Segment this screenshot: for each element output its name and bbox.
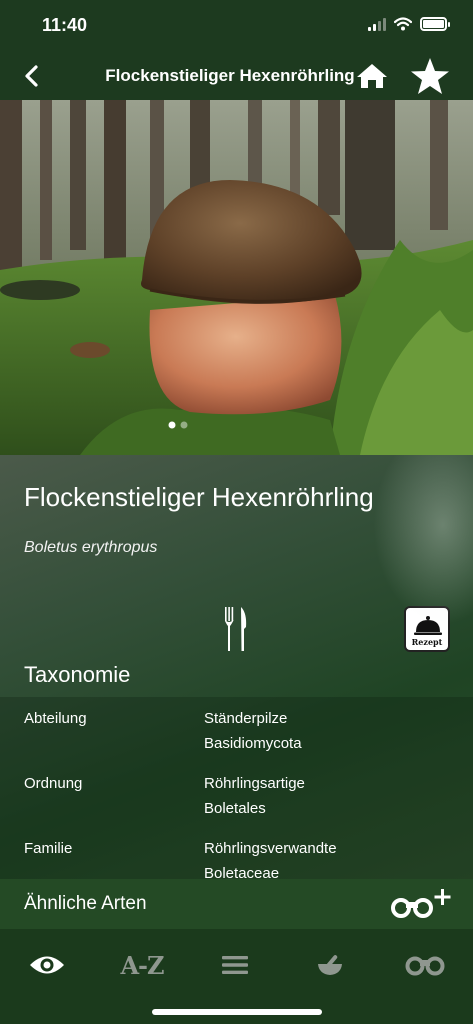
cloche-icon <box>414 616 442 635</box>
page-dot <box>180 421 188 429</box>
taxonomy-value: Röhrlingsartige <box>204 775 305 792</box>
species-detail-panel: Flockenstieliger Hexenröhrling Boletus e… <box>0 455 473 879</box>
tab-view[interactable] <box>17 947 77 983</box>
taxonomy-heading: Taxonomie <box>24 662 131 687</box>
tab-a-z-label: A-Z <box>120 950 164 980</box>
taxonomy-value: Ständerpilze <box>204 710 288 727</box>
home-indicator <box>152 1009 322 1015</box>
taxonomy-table: Abteilung Ständerpilze Basidiomycota Ord… <box>0 697 473 879</box>
tab-similar[interactable] <box>395 947 455 983</box>
species-name: Flockenstieliger Hexenröhrling <box>24 482 374 512</box>
status-bar: 11:40 <box>0 0 473 52</box>
back-chevron-icon[interactable] <box>18 62 46 90</box>
species-latin-name: Boletus erythropus <box>24 539 158 556</box>
recipe-label: Rezept <box>411 637 443 647</box>
taxonomy-value-latin: Boletaceae <box>204 865 280 879</box>
home-icon[interactable] <box>356 62 388 90</box>
binoculars-plus-icon <box>391 889 451 918</box>
menu-icon <box>222 956 248 974</box>
navigation-bar: Flockenstieliger Hexenröhrling <box>0 52 473 100</box>
wifi-icon <box>394 17 412 31</box>
eye-icon <box>30 956 64 974</box>
signal-icon <box>368 17 386 31</box>
taxonomy-key: Ordnung <box>24 775 83 792</box>
tab-bar: A-Z <box>0 929 473 1024</box>
favorite-star-icon[interactable] <box>410 57 450 95</box>
recipe-button[interactable]: Rezept <box>404 606 450 652</box>
status-icons <box>368 17 450 31</box>
mortar-icon <box>318 955 342 975</box>
taxonomy-key: Familie <box>24 840 73 857</box>
battery-icon <box>420 17 450 31</box>
taxonomy-key: Abteilung <box>24 710 87 727</box>
fork-knife-icon <box>225 607 247 651</box>
status-time: 11:40 <box>42 15 88 35</box>
mushroom-photo[interactable] <box>0 100 473 455</box>
tab-list[interactable] <box>205 947 265 983</box>
binoculars-icon <box>405 956 445 976</box>
similar-species-button[interactable]: Ähnliche Arten <box>0 879 473 929</box>
page-dot-active <box>168 421 176 429</box>
nav-title: Flockenstieliger Hexenröhrling <box>105 66 355 85</box>
taxonomy-value: Röhrlingsverwandte <box>204 840 337 857</box>
similar-species-label: Ähnliche Arten <box>24 893 147 914</box>
taxonomy-value-latin: Boletales <box>204 800 266 817</box>
tab-a-z[interactable]: A-Z <box>112 947 172 983</box>
tab-recipes[interactable] <box>300 947 360 983</box>
taxonomy-value-latin: Basidiomycota <box>204 735 302 752</box>
